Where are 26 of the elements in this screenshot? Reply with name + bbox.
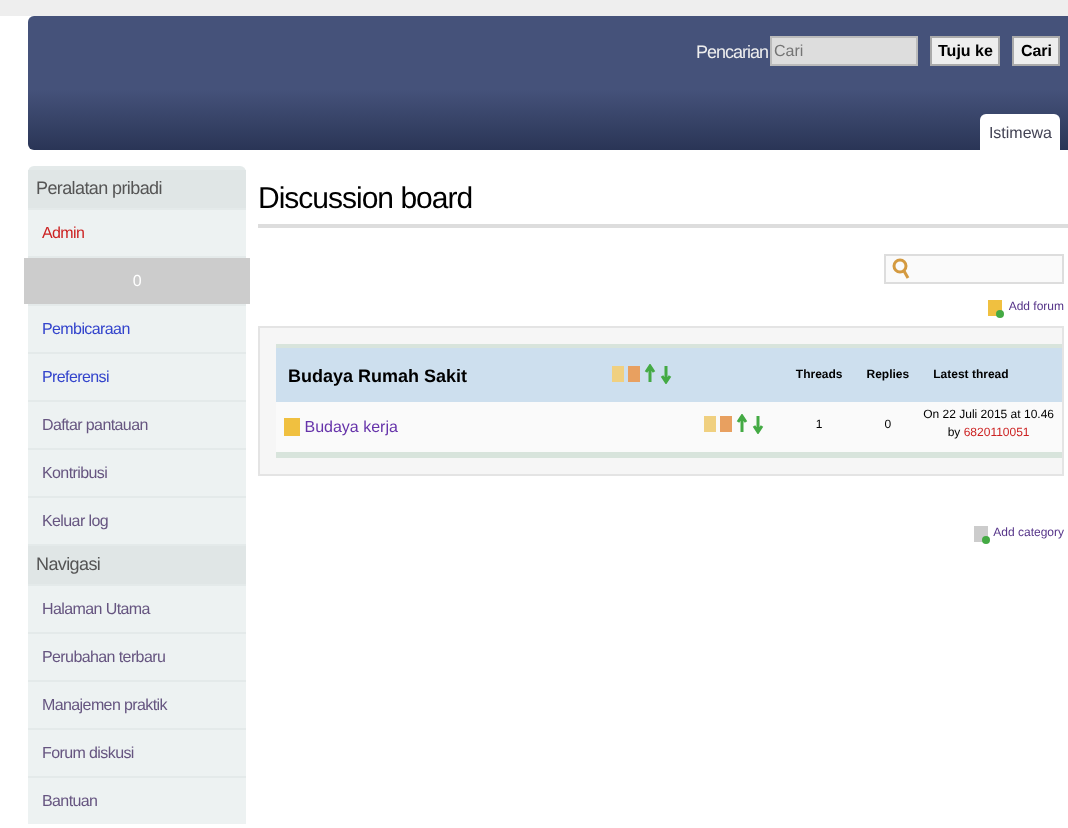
- sidebar-item[interactable]: Daftar pantauan: [28, 402, 246, 448]
- header-button[interactable]: Cari: [1012, 36, 1060, 66]
- forum-link[interactable]: Budaya kerja: [304, 417, 398, 436]
- tab[interactable]: Istimewa: [980, 114, 1060, 150]
- search-field[interactable]: Cari: [770, 36, 919, 66]
- category-add-icon: [973, 523, 990, 543]
- sidebar-heading: Navigasi: [28, 546, 246, 584]
- category-title: Budaya Rumah Sakit: [276, 346, 610, 402]
- sidebar-item[interactable]: Perubahan terbaru: [28, 634, 246, 680]
- sidebar-item[interactable]: Preferensi: [28, 354, 246, 400]
- search-icon: [892, 258, 910, 280]
- folder-icon: [284, 417, 300, 436]
- page-title: Discussion board: [258, 182, 1068, 228]
- sidebar-item[interactable]: Keluar log: [28, 498, 246, 544]
- sidebar-item[interactable]: Kontribusi: [28, 450, 246, 496]
- folder-add-icon: [988, 298, 1005, 318]
- search-field[interactable]: [884, 254, 1064, 284]
- search-label: Pencarian: [695, 41, 769, 61]
- sidebar-heading: Peralatan pribadi: [28, 170, 246, 208]
- sidebar-item[interactable]: Admin: [28, 210, 246, 256]
- sidebar-item[interactable]: Forum diskusi: [28, 730, 246, 776]
- header-button[interactable]: Tuju ke: [930, 36, 1001, 66]
- sidebar-item[interactable]: Manajemen praktik: [28, 682, 246, 728]
- sidebar-item[interactable]: Bantuan: [28, 778, 246, 824]
- sidebar-item[interactable]: Pembicaraan: [28, 306, 246, 352]
- sidebar-item[interactable]: Halaman Utama: [28, 586, 246, 632]
